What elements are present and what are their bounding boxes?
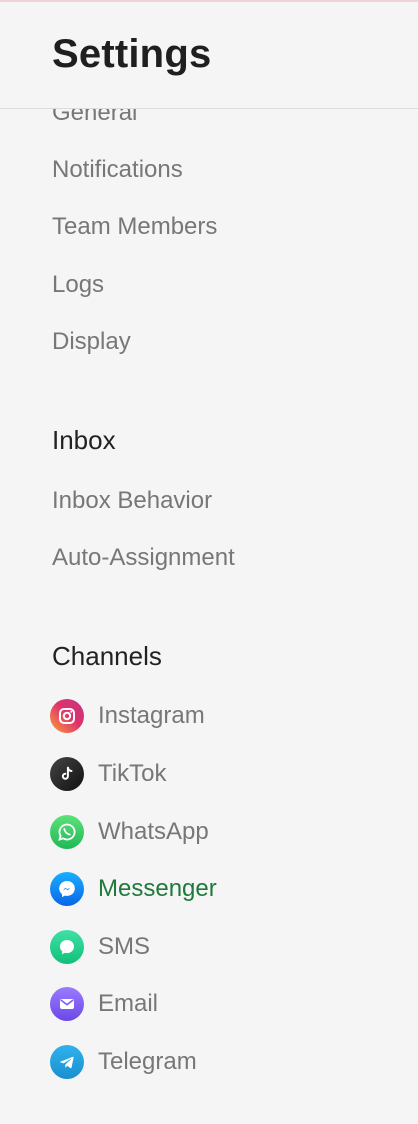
channel-label: Instagram <box>98 702 205 729</box>
channel-label: WhatsApp <box>98 818 209 845</box>
menu-item-notifications[interactable]: Notifications <box>52 150 183 190</box>
channel-item-whatsapp[interactable]: WhatsApp <box>50 812 209 852</box>
menu-item-logs[interactable]: Logs <box>52 265 104 305</box>
channel-label: Messenger <box>98 875 217 902</box>
channel-item-instagram[interactable]: Instagram <box>50 696 205 736</box>
channel-label: Email <box>98 990 159 1017</box>
menu-item-team-members[interactable]: Team Members <box>52 207 217 247</box>
settings-header: Settings <box>0 2 418 109</box>
page-title: Settings <box>52 32 212 76</box>
tiktok-icon <box>50 757 84 791</box>
messenger-icon <box>50 872 84 906</box>
channel-item-sms[interactable]: SMS <box>50 927 150 967</box>
channel-item-tiktok[interactable]: TikTok <box>50 754 166 794</box>
channel-label: SMS <box>98 933 151 960</box>
menu-item-auto-assignment[interactable]: Auto-Assignment <box>52 538 235 578</box>
sms-icon <box>50 930 84 964</box>
whatsapp-icon <box>50 815 84 849</box>
section-heading-channels: Channels <box>52 641 162 671</box>
channel-item-telegram[interactable]: Telegram <box>50 1042 197 1082</box>
telegram-icon <box>50 1045 84 1079</box>
settings-menu[interactable]: General Notifications Team Members Logs … <box>0 109 418 1124</box>
channel-label: Telegram <box>98 1048 197 1075</box>
menu-item-general[interactable]: General <box>52 109 137 133</box>
menu-item-display[interactable]: Display <box>52 322 131 362</box>
email-icon <box>50 987 84 1021</box>
section-heading-inbox: Inbox <box>52 425 116 455</box>
menu-item-inbox-behavior[interactable]: Inbox Behavior <box>52 481 212 521</box>
channel-label: TikTok <box>98 760 167 787</box>
channel-item-messenger[interactable]: Messenger <box>50 869 217 909</box>
channel-item-email[interactable]: Email <box>50 984 158 1024</box>
instagram-icon <box>50 699 84 733</box>
